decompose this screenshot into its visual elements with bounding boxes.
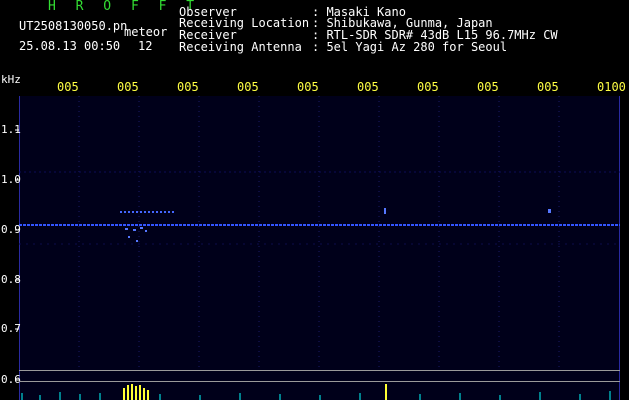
time-grid: [78, 96, 560, 370]
axis-tick-marks: [15, 129, 19, 381]
activity-peak: [123, 384, 387, 400]
spectrogram-signal: [15, 96, 620, 400]
activity-trace: [21, 391, 611, 400]
